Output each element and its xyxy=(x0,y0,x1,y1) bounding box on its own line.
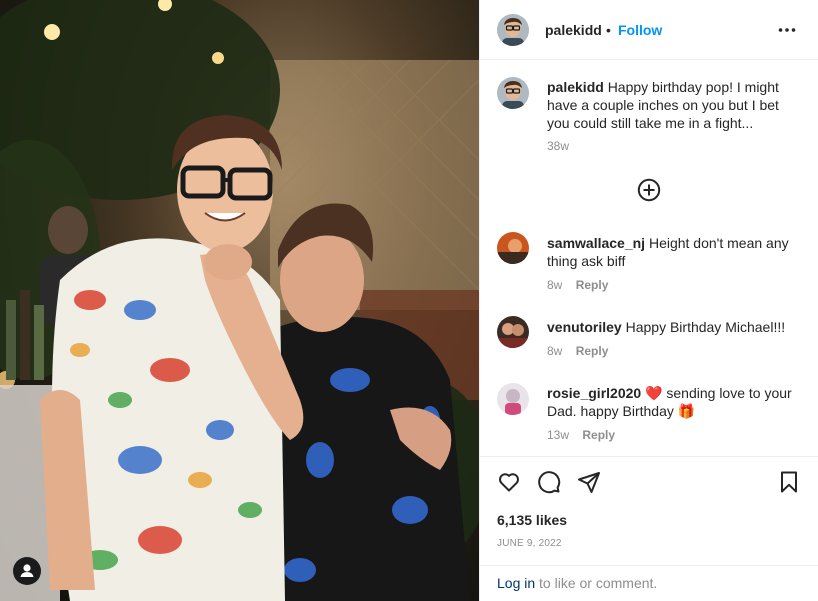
reply-button[interactable]: Reply xyxy=(576,278,609,292)
share-paper-plane-icon[interactable] xyxy=(577,470,601,494)
comment-time[interactable]: 8w xyxy=(547,344,562,358)
login-link[interactable]: Log in xyxy=(497,575,535,591)
comment-text-block: rosie_girl2020 ❤️ sending love to your D… xyxy=(547,384,799,420)
post-dialog: palekidd • Follow palekidd Happy birthda… xyxy=(0,0,818,601)
comment-time[interactable]: 8w xyxy=(547,278,562,292)
comment-text-block: venutoriley Happy Birthday Michael!!! xyxy=(547,318,799,336)
commenter-avatar[interactable] xyxy=(497,316,529,348)
caption-text-block: palekidd Happy birthday pop! I might hav… xyxy=(547,78,799,132)
commenter-avatar[interactable] xyxy=(497,232,529,264)
comment-text-block: samwallace_nj Height don't mean any thin… xyxy=(547,234,799,270)
likes-count[interactable]: 6,135 likes xyxy=(497,512,567,528)
caption-username[interactable]: palekidd xyxy=(547,79,604,95)
reply-button[interactable]: Reply xyxy=(582,428,615,442)
reply-button[interactable]: Reply xyxy=(576,344,609,358)
comment-username[interactable]: samwallace_nj xyxy=(547,235,645,251)
gift-emoji: 🎁 xyxy=(677,403,696,419)
comment-username[interactable]: venutoriley xyxy=(547,319,622,335)
author-username[interactable]: palekidd xyxy=(545,22,602,38)
post-header: palekidd • Follow xyxy=(480,0,818,60)
comment-meta: 8w Reply xyxy=(547,278,608,292)
comment-bubble-icon[interactable] xyxy=(537,470,561,494)
like-heart-icon[interactable] xyxy=(497,470,521,494)
more-options-icon[interactable] xyxy=(777,20,797,40)
comment-meta: 8w Reply xyxy=(547,344,608,358)
post-date[interactable]: JUNE 9, 2022 xyxy=(497,538,562,549)
caption-avatar[interactable] xyxy=(497,77,529,109)
login-prompt: Log in to like or comment. xyxy=(497,575,657,591)
actions-divider-top xyxy=(480,456,818,457)
comment-meta: 13w Reply xyxy=(547,428,615,442)
actions-divider-bottom xyxy=(480,565,818,566)
post-photo-illustration xyxy=(0,0,479,601)
follow-button[interactable]: Follow xyxy=(618,22,662,38)
comment-username[interactable]: rosie_girl2020 xyxy=(547,385,641,401)
commenter-avatar[interactable] xyxy=(497,383,529,415)
post-side-panel: palekidd • Follow palekidd Happy birthda… xyxy=(479,0,818,601)
comment-text: Happy Birthday Michael!!! xyxy=(625,319,786,335)
post-photo[interactable] xyxy=(0,0,479,601)
login-prompt-text: to like or comment. xyxy=(535,575,658,591)
heart-emoji: ❤️ xyxy=(645,385,663,401)
comment-time[interactable]: 13w xyxy=(547,428,569,442)
user-tag-icon[interactable] xyxy=(13,557,41,585)
header-separator: • xyxy=(606,22,611,38)
save-bookmark-icon[interactable] xyxy=(777,470,801,494)
author-avatar[interactable] xyxy=(497,14,529,46)
load-more-plus-icon[interactable] xyxy=(637,178,661,202)
caption-time[interactable]: 38w xyxy=(547,139,569,153)
